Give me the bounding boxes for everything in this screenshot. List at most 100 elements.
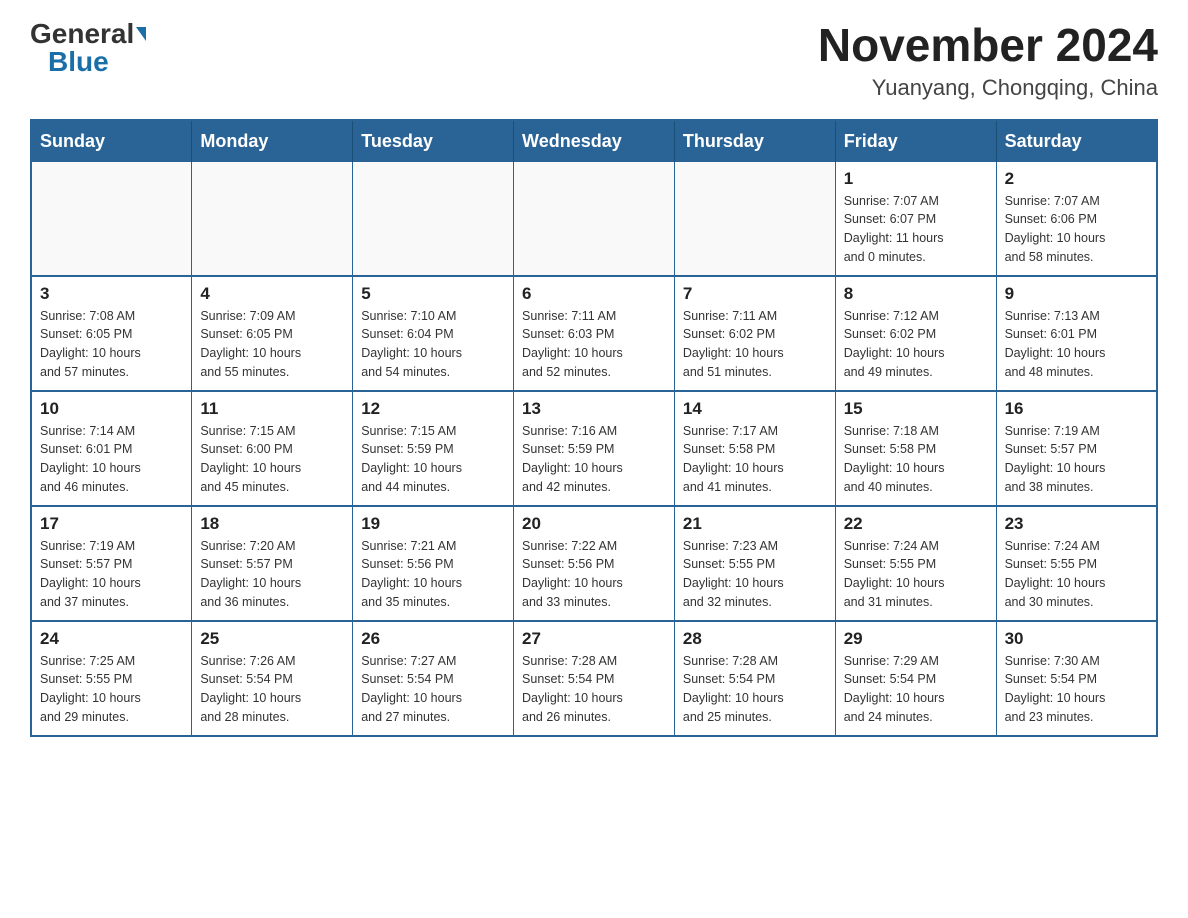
day-number: 30 (1005, 629, 1148, 649)
calendar-cell: 19 Sunrise: 7:21 AM Sunset: 5:56 PM Dayli… (353, 506, 514, 621)
calendar-cell: 26Sunrise: 7:27 AM Sunset: 5:54 PM Dayli… (353, 621, 514, 736)
calendar-cell: 13 Sunrise: 7:16 AM Sunset: 5:59 PM Dayli… (514, 391, 675, 506)
calendar-header-sunday: Sunday (31, 120, 192, 162)
logo-general-text: General (30, 20, 134, 48)
calendar-cell: 20Sunrise: 7:22 AM Sunset: 5:56 PM Dayli… (514, 506, 675, 621)
calendar-cell: 4 Sunrise: 7:09 AM Sunset: 6:05 PM Daylig… (192, 276, 353, 391)
month-title: November 2024 (818, 20, 1158, 71)
calendar-cell: 25 Sunrise: 7:26 AM Sunset: 5:54 PM Dayli… (192, 621, 353, 736)
calendar-cell: 6 Sunrise: 7:11 AM Sunset: 6:03 PM Daylig… (514, 276, 675, 391)
day-number: 17 (40, 514, 183, 534)
day-number: 29 (844, 629, 988, 649)
day-info: Sunrise: 7:11 AM Sunset: 6:02 PM Dayligh… (683, 307, 827, 382)
day-info: Sunrise: 7:13 AM Sunset: 6:01 PM Dayligh… (1005, 307, 1148, 382)
calendar-cell: 10 Sunrise: 7:14 AM Sunset: 6:01 PM Dayli… (31, 391, 192, 506)
calendar-cell: 27Sunrise: 7:28 AM Sunset: 5:54 PM Dayli… (514, 621, 675, 736)
day-info: Sunrise: 7:27 AM Sunset: 5:54 PM Dayligh… (361, 652, 505, 727)
day-info: Sunrise: 7:11 AM Sunset: 6:03 PM Dayligh… (522, 307, 666, 382)
calendar-cell: 3Sunrise: 7:08 AM Sunset: 6:05 PM Daylig… (31, 276, 192, 391)
calendar-cell: 5 Sunrise: 7:10 AM Sunset: 6:04 PM Daylig… (353, 276, 514, 391)
day-number: 5 (361, 284, 505, 304)
day-info: Sunrise: 7:26 AM Sunset: 5:54 PM Dayligh… (200, 652, 344, 727)
day-info: Sunrise: 7:19 AM Sunset: 5:57 PM Dayligh… (1005, 422, 1148, 497)
calendar-week-row: 10 Sunrise: 7:14 AM Sunset: 6:01 PM Dayli… (31, 391, 1157, 506)
day-number: 23 (1005, 514, 1148, 534)
day-info: Sunrise: 7:21 AM Sunset: 5:56 PM Dayligh… (361, 537, 505, 612)
day-info: Sunrise: 7:16 AM Sunset: 5:59 PM Dayligh… (522, 422, 666, 497)
calendar-header-wednesday: Wednesday (514, 120, 675, 162)
calendar-cell (353, 162, 514, 276)
calendar-cell (514, 162, 675, 276)
page-header: General Blue November 2024 Yuanyang, Cho… (30, 20, 1158, 101)
calendar-cell: 16Sunrise: 7:19 AM Sunset: 5:57 PM Dayli… (996, 391, 1157, 506)
calendar-cell: 12Sunrise: 7:15 AM Sunset: 5:59 PM Dayli… (353, 391, 514, 506)
day-info: Sunrise: 7:25 AM Sunset: 5:55 PM Dayligh… (40, 652, 183, 727)
title-block: November 2024 Yuanyang, Chongqing, China (818, 20, 1158, 101)
day-number: 3 (40, 284, 183, 304)
day-info: Sunrise: 7:24 AM Sunset: 5:55 PM Dayligh… (1005, 537, 1148, 612)
logo-triangle-icon (136, 27, 146, 41)
calendar-cell: 8Sunrise: 7:12 AM Sunset: 6:02 PM Daylig… (835, 276, 996, 391)
day-number: 11 (200, 399, 344, 419)
day-info: Sunrise: 7:22 AM Sunset: 5:56 PM Dayligh… (522, 537, 666, 612)
day-info: Sunrise: 7:28 AM Sunset: 5:54 PM Dayligh… (522, 652, 666, 727)
calendar-cell: 1 Sunrise: 7:07 AM Sunset: 6:07 PM Daylig… (835, 162, 996, 276)
calendar-cell: 21 Sunrise: 7:23 AM Sunset: 5:55 PM Dayli… (674, 506, 835, 621)
calendar-cell: 2 Sunrise: 7:07 AM Sunset: 6:06 PM Daylig… (996, 162, 1157, 276)
calendar-header-thursday: Thursday (674, 120, 835, 162)
day-info: Sunrise: 7:30 AM Sunset: 5:54 PM Dayligh… (1005, 652, 1148, 727)
calendar-cell: 14 Sunrise: 7:17 AM Sunset: 5:58 PM Dayli… (674, 391, 835, 506)
day-number: 9 (1005, 284, 1148, 304)
day-number: 19 (361, 514, 505, 534)
calendar-header-saturday: Saturday (996, 120, 1157, 162)
calendar-cell: 30 Sunrise: 7:30 AM Sunset: 5:54 PM Dayli… (996, 621, 1157, 736)
day-info: Sunrise: 7:07 AM Sunset: 6:07 PM Dayligh… (844, 192, 988, 267)
day-info: Sunrise: 7:28 AM Sunset: 5:54 PM Dayligh… (683, 652, 827, 727)
calendar-cell: 17 Sunrise: 7:19 AM Sunset: 5:57 PM Dayli… (31, 506, 192, 621)
day-number: 28 (683, 629, 827, 649)
day-info: Sunrise: 7:29 AM Sunset: 5:54 PM Dayligh… (844, 652, 988, 727)
day-number: 13 (522, 399, 666, 419)
day-number: 1 (844, 169, 988, 189)
day-number: 21 (683, 514, 827, 534)
calendar-week-row: 3Sunrise: 7:08 AM Sunset: 6:05 PM Daylig… (31, 276, 1157, 391)
day-info: Sunrise: 7:10 AM Sunset: 6:04 PM Dayligh… (361, 307, 505, 382)
calendar-table: SundayMondayTuesdayWednesdayThursdayFrid… (30, 119, 1158, 737)
day-number: 4 (200, 284, 344, 304)
location-title: Yuanyang, Chongqing, China (818, 75, 1158, 101)
calendar-header-friday: Friday (835, 120, 996, 162)
day-number: 25 (200, 629, 344, 649)
calendar-cell (192, 162, 353, 276)
day-info: Sunrise: 7:19 AM Sunset: 5:57 PM Dayligh… (40, 537, 183, 612)
day-info: Sunrise: 7:15 AM Sunset: 6:00 PM Dayligh… (200, 422, 344, 497)
calendar-cell: 15Sunrise: 7:18 AM Sunset: 5:58 PM Dayli… (835, 391, 996, 506)
calendar-week-row: 17 Sunrise: 7:19 AM Sunset: 5:57 PM Dayli… (31, 506, 1157, 621)
day-info: Sunrise: 7:07 AM Sunset: 6:06 PM Dayligh… (1005, 192, 1148, 267)
calendar-week-row: 24 Sunrise: 7:25 AM Sunset: 5:55 PM Dayli… (31, 621, 1157, 736)
day-info: Sunrise: 7:14 AM Sunset: 6:01 PM Dayligh… (40, 422, 183, 497)
logo-blue-text: Blue (48, 48, 109, 76)
day-number: 18 (200, 514, 344, 534)
calendar-cell: 11 Sunrise: 7:15 AM Sunset: 6:00 PM Dayli… (192, 391, 353, 506)
day-number: 10 (40, 399, 183, 419)
day-number: 8 (844, 284, 988, 304)
day-info: Sunrise: 7:20 AM Sunset: 5:57 PM Dayligh… (200, 537, 344, 612)
calendar-week-row: 1 Sunrise: 7:07 AM Sunset: 6:07 PM Daylig… (31, 162, 1157, 276)
calendar-header-monday: Monday (192, 120, 353, 162)
day-info: Sunrise: 7:17 AM Sunset: 5:58 PM Dayligh… (683, 422, 827, 497)
day-info: Sunrise: 7:09 AM Sunset: 6:05 PM Dayligh… (200, 307, 344, 382)
day-info: Sunrise: 7:18 AM Sunset: 5:58 PM Dayligh… (844, 422, 988, 497)
calendar-cell (31, 162, 192, 276)
day-number: 2 (1005, 169, 1148, 189)
calendar-cell: 23 Sunrise: 7:24 AM Sunset: 5:55 PM Dayli… (996, 506, 1157, 621)
day-number: 12 (361, 399, 505, 419)
day-number: 22 (844, 514, 988, 534)
day-info: Sunrise: 7:24 AM Sunset: 5:55 PM Dayligh… (844, 537, 988, 612)
day-number: 24 (40, 629, 183, 649)
calendar-cell: 24 Sunrise: 7:25 AM Sunset: 5:55 PM Dayli… (31, 621, 192, 736)
day-info: Sunrise: 7:23 AM Sunset: 5:55 PM Dayligh… (683, 537, 827, 612)
day-number: 6 (522, 284, 666, 304)
calendar-header-row: SundayMondayTuesdayWednesdayThursdayFrid… (31, 120, 1157, 162)
day-number: 14 (683, 399, 827, 419)
calendar-header-tuesday: Tuesday (353, 120, 514, 162)
